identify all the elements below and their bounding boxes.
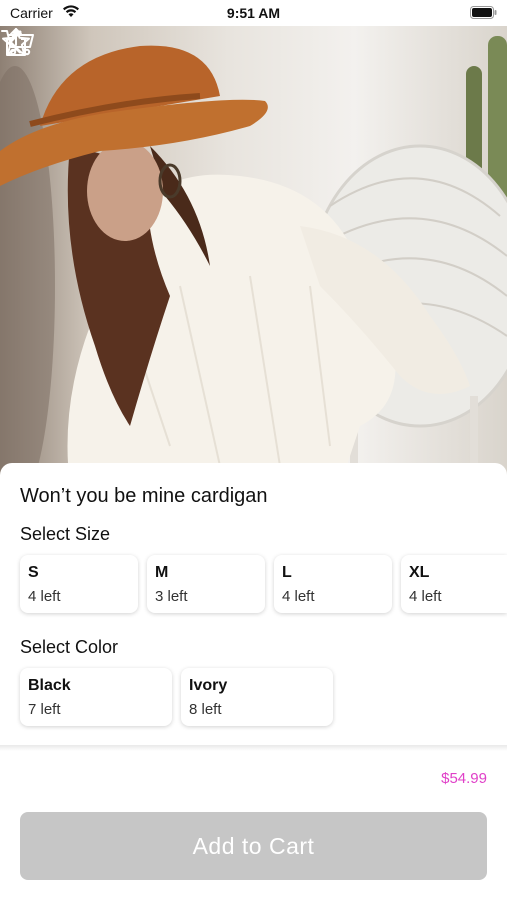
size-stock: 3 left <box>155 588 188 605</box>
select-size-label: Select Size <box>20 524 111 544</box>
clock: 9:51 AM <box>226 5 281 21</box>
cart-icon[interactable] <box>0 26 36 58</box>
divider <box>0 745 507 751</box>
size-option-s[interactable]: S 4 left <box>20 555 138 613</box>
size-stock: 4 left <box>28 588 61 605</box>
select-color-label: Select Color <box>20 637 119 657</box>
size-name: XL <box>409 564 430 581</box>
size-option-m[interactable]: M 3 left <box>147 555 265 613</box>
add-to-cart-button[interactable]: Add to Cart <box>20 812 487 880</box>
color-name: Ivory <box>189 677 228 694</box>
size-option-l[interactable]: L 4 left <box>274 555 392 613</box>
color-name: Black <box>28 677 71 694</box>
size-name: S <box>28 564 39 581</box>
product-title: Won’t you be mine cardigan <box>20 485 268 507</box>
size-stock: 4 left <box>282 588 315 605</box>
product-image <box>0 26 507 486</box>
size-name: L <box>282 564 292 581</box>
color-stock: 7 left <box>28 701 61 718</box>
status-bar: Carrier 9:51 AM <box>0 0 507 26</box>
color-option-black[interactable]: Black 7 left <box>20 668 172 726</box>
product-details-sheet: Won’t you be mine cardigan Select Size S… <box>0 463 507 753</box>
size-option-xl[interactable]: XL 4 left <box>401 555 507 613</box>
color-stock: 8 left <box>189 701 222 718</box>
color-option-ivory[interactable]: Ivory 8 left <box>181 668 333 726</box>
product-photo-illustration <box>0 36 507 486</box>
size-name: M <box>155 564 169 581</box>
product-price: $54.99 <box>441 770 487 787</box>
battery-icon <box>470 6 497 19</box>
size-stock: 4 left <box>409 588 442 605</box>
